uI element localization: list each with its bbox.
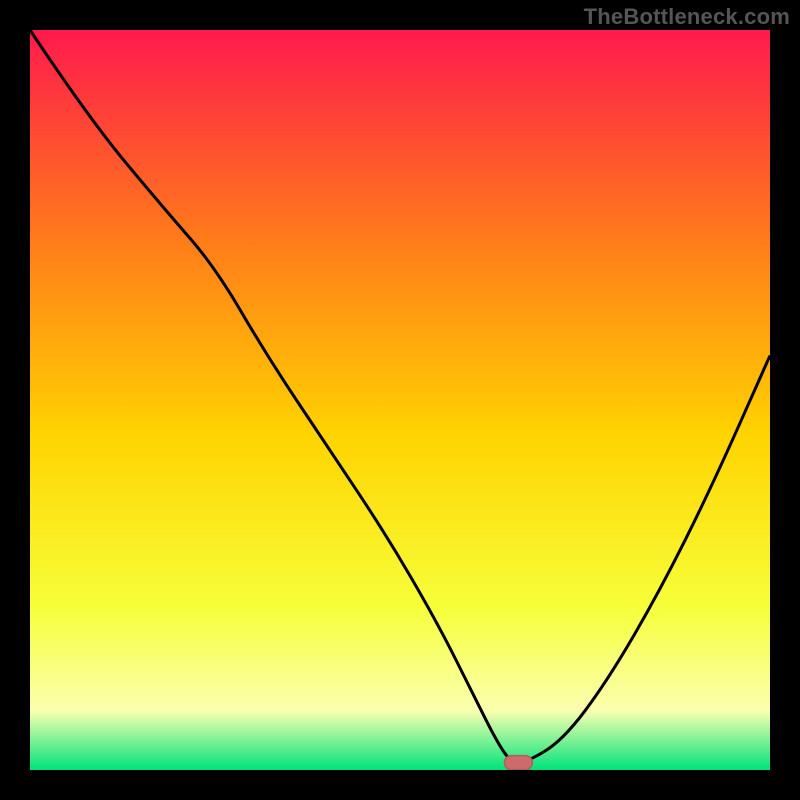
optimal-marker [504, 756, 532, 770]
chart-container: TheBottleneck.com [0, 0, 800, 800]
attribution-label: TheBottleneck.com [584, 4, 790, 30]
gradient-background [30, 30, 770, 770]
plot-area [30, 30, 770, 770]
plot-svg [30, 30, 770, 770]
